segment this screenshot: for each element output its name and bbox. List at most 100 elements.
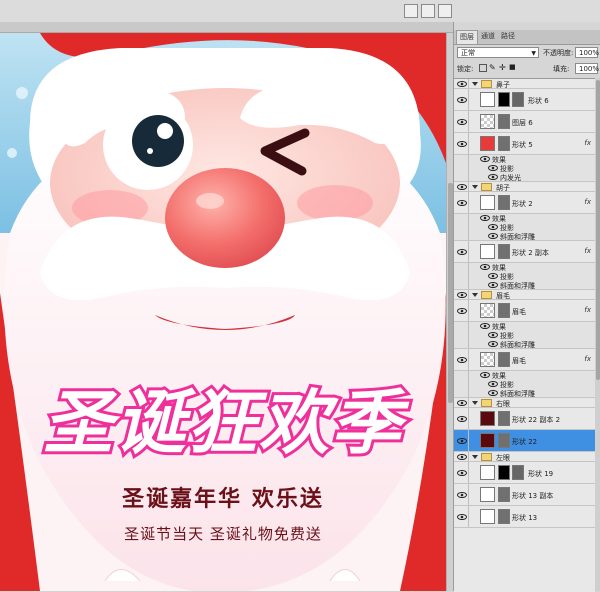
- visibility-toggle[interactable]: [454, 398, 469, 407]
- visibility-toggle[interactable]: [454, 133, 469, 154]
- layer-row[interactable]: 形状 2 fx: [454, 192, 595, 214]
- layer-row[interactable]: 形状 22 副本 2: [454, 408, 595, 430]
- lock-transparency-icon[interactable]: [479, 64, 487, 72]
- visibility-toggle[interactable]: [454, 111, 469, 132]
- layer-thumbnail[interactable]: [480, 114, 495, 129]
- eye-icon[interactable]: [488, 165, 498, 171]
- layer-thumbnail[interactable]: [480, 136, 495, 151]
- layer-thumbnail[interactable]: [480, 487, 495, 502]
- layer-group[interactable]: 眉毛: [454, 290, 595, 300]
- visibility-toggle[interactable]: [454, 484, 469, 505]
- fx-icon[interactable]: fx: [584, 247, 591, 255]
- fill-input[interactable]: 100%: [575, 63, 599, 74]
- visibility-toggle[interactable]: [454, 155, 469, 181]
- vector-mask-thumbnail[interactable]: [498, 509, 510, 524]
- layer-thumbnail[interactable]: [480, 465, 495, 480]
- eye-icon[interactable]: [488, 332, 498, 338]
- visibility-toggle[interactable]: [454, 408, 469, 429]
- layers-scrollbar[interactable]: [595, 78, 600, 591]
- eye-icon[interactable]: [488, 224, 498, 230]
- vector-mask-thumbnail[interactable]: [498, 303, 510, 318]
- tab-layers[interactable]: 图层: [456, 30, 478, 44]
- visibility-toggle[interactable]: [454, 290, 469, 299]
- tab-channels[interactable]: 通道: [478, 30, 498, 43]
- layer-thumbnail[interactable]: [480, 303, 495, 318]
- visibility-toggle[interactable]: [454, 263, 469, 289]
- chevron-down-icon[interactable]: [472, 185, 478, 189]
- layers-scroll-thumb[interactable]: [596, 80, 600, 380]
- visibility-toggle[interactable]: [454, 371, 469, 397]
- layer-row[interactable]: 图层 6: [454, 111, 595, 133]
- vector-mask-thumbnail[interactable]: [498, 487, 510, 502]
- visibility-toggle[interactable]: [454, 506, 469, 527]
- layer-thumbnail[interactable]: [480, 411, 495, 426]
- eye-icon[interactable]: [480, 215, 490, 221]
- fx-icon[interactable]: fx: [584, 198, 591, 206]
- visibility-toggle[interactable]: [454, 241, 469, 262]
- lock-all-icon[interactable]: ■: [509, 63, 516, 71]
- layer-row[interactable]: 形状 19: [454, 462, 595, 484]
- visibility-toggle[interactable]: [454, 214, 469, 240]
- blend-mode-select[interactable]: 正常 ▼: [457, 47, 539, 58]
- visibility-toggle[interactable]: [454, 89, 469, 110]
- layer-thumbnail[interactable]: [480, 352, 495, 367]
- layer-group[interactable]: 左眼: [454, 452, 595, 462]
- vector-mask-thumbnail[interactable]: [498, 352, 510, 367]
- layer-effects[interactable]: 效果 投影 内发光: [454, 155, 595, 182]
- layer-thumbnail[interactable]: [480, 195, 495, 210]
- vector-mask-thumbnail[interactable]: [498, 114, 510, 129]
- opacity-input[interactable]: 100%: [575, 47, 599, 58]
- vector-mask-thumbnail[interactable]: [512, 92, 524, 107]
- visibility-toggle[interactable]: [454, 322, 469, 348]
- eye-icon[interactable]: [488, 381, 498, 387]
- layer-group[interactable]: 鼻子: [454, 79, 595, 89]
- eye-icon[interactable]: [488, 282, 498, 288]
- vector-mask-thumbnail[interactable]: [498, 411, 510, 426]
- layer-effects[interactable]: 效果 投影 斜面和浮雕: [454, 263, 595, 290]
- layer-group[interactable]: 胡子: [454, 182, 595, 192]
- eye-icon[interactable]: [480, 323, 490, 329]
- visibility-toggle[interactable]: [454, 192, 469, 213]
- layer-mask-thumbnail[interactable]: [498, 92, 510, 107]
- vector-mask-thumbnail[interactable]: [498, 244, 510, 259]
- layer-row[interactable]: 形状 22: [454, 430, 595, 452]
- layer-thumbnail[interactable]: [480, 433, 495, 448]
- layer-row[interactable]: 形状 2 副本 fx: [454, 241, 595, 263]
- vector-mask-thumbnail[interactable]: [512, 465, 524, 480]
- visibility-toggle[interactable]: [454, 182, 469, 191]
- layer-row[interactable]: 形状 13 副本: [454, 484, 595, 506]
- layer-row[interactable]: 形状 6: [454, 89, 595, 111]
- layer-row[interactable]: 形状 13: [454, 506, 595, 528]
- layer-row[interactable]: 眉毛 fx: [454, 300, 595, 322]
- lock-move-icon[interactable]: ✛: [499, 63, 506, 72]
- chevron-down-icon[interactable]: [472, 455, 478, 459]
- layer-effects[interactable]: 效果 投影 斜面和浮雕: [454, 371, 595, 398]
- fx-icon[interactable]: fx: [584, 139, 591, 147]
- eye-icon[interactable]: [488, 273, 498, 279]
- eye-icon[interactable]: [480, 156, 490, 162]
- visibility-toggle[interactable]: [454, 462, 469, 483]
- visibility-toggle[interactable]: [454, 349, 469, 370]
- layer-group[interactable]: 右眼: [454, 398, 595, 408]
- layer-mask-thumbnail[interactable]: [498, 465, 510, 480]
- layer-thumbnail[interactable]: [480, 509, 495, 524]
- visibility-toggle[interactable]: [454, 300, 469, 321]
- eye-icon[interactable]: [480, 264, 490, 270]
- eye-icon[interactable]: [488, 341, 498, 347]
- tool-option-icon[interactable]: [404, 4, 418, 18]
- visibility-toggle[interactable]: [454, 79, 469, 88]
- layer-effects[interactable]: 效果 投影 斜面和浮雕: [454, 322, 595, 349]
- vector-mask-thumbnail[interactable]: [498, 195, 510, 210]
- eye-icon[interactable]: [488, 233, 498, 239]
- fx-icon[interactable]: fx: [584, 355, 591, 363]
- tool-option-icon[interactable]: [421, 4, 435, 18]
- vector-mask-thumbnail[interactable]: [498, 136, 510, 151]
- layer-row[interactable]: 形状 5 fx: [454, 133, 595, 155]
- lock-paint-icon[interactable]: ✎: [489, 63, 496, 72]
- eye-icon[interactable]: [488, 174, 498, 180]
- chevron-down-icon[interactable]: [472, 293, 478, 297]
- chevron-down-icon[interactable]: [472, 82, 478, 86]
- layer-thumbnail[interactable]: [480, 244, 495, 259]
- visibility-toggle[interactable]: [454, 430, 469, 451]
- eye-icon[interactable]: [488, 390, 498, 396]
